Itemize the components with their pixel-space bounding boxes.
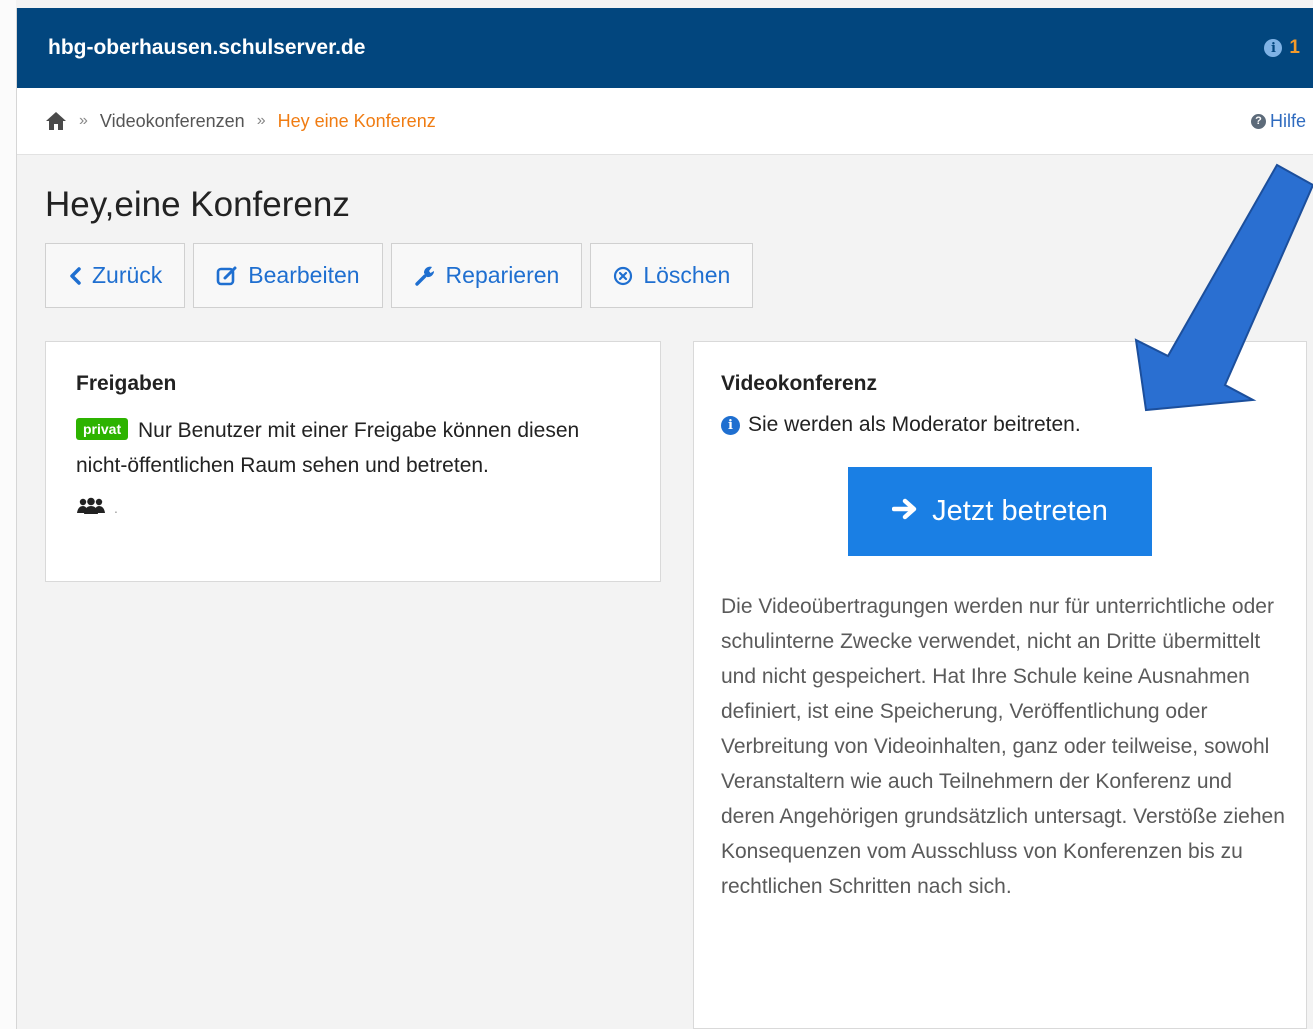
shares-description: privat Nur Benutzer mit einer Freigabe k…: [76, 413, 630, 483]
shares-panel: Freigaben privat Nur Benutzer mit einer …: [45, 341, 661, 582]
delete-button[interactable]: Löschen: [590, 243, 754, 308]
shared-users: .: [76, 497, 630, 518]
join-label: Jetzt betreten: [932, 495, 1108, 527]
breadcrumb-current: Hey eine Konferenz: [277, 110, 436, 131]
arrow-right-icon: [891, 495, 918, 528]
edit-icon: [216, 265, 238, 287]
home-icon[interactable]: [45, 111, 67, 131]
window-edge: [0, 0, 16, 1029]
chevron-left-icon: [68, 266, 82, 285]
action-toolbar: Zurück Bearbeiten Reparieren Löschen: [45, 243, 754, 308]
site-title[interactable]: hbg-oberhausen.schulserver.de: [48, 36, 365, 60]
delete-label: Löschen: [643, 262, 731, 288]
info-icon: i: [721, 415, 740, 435]
notification-count: 1: [1289, 37, 1300, 58]
conference-heading: Videokonferenz: [721, 372, 877, 395]
help-label: Hilfe: [1269, 110, 1306, 131]
wrench-icon: [414, 265, 436, 287]
page-title: Hey,eine Konferenz: [45, 185, 350, 224]
privacy-disclaimer: Die Videoübertragungen werden nur für un…: [721, 595, 1285, 898]
edit-button[interactable]: Bearbeiten: [193, 243, 383, 308]
shares-heading: Freigaben: [76, 372, 177, 395]
back-button[interactable]: Zurück: [45, 243, 186, 308]
moderator-text: Sie werden als Moderator beitreten.: [748, 413, 1081, 436]
top-navbar: hbg-oberhausen.schulserver.de i 1: [17, 8, 1313, 88]
breadcrumb-separator: »: [79, 112, 88, 129]
info-icon: i: [1264, 39, 1283, 57]
shares-text: Nur Benutzer mit einer Freigabe können d…: [76, 419, 580, 477]
repair-button[interactable]: Reparieren: [390, 243, 583, 308]
circle-x-icon: [613, 266, 633, 286]
privacy-badge: privat: [76, 418, 129, 440]
question-circle-icon: ?: [1250, 113, 1266, 129]
back-label: Zurück: [92, 262, 163, 288]
breadcrumb-separator: »: [256, 112, 266, 129]
moderator-notice: i Sie werden als Moderator beitreten.: [721, 413, 1279, 437]
users-icon: [76, 497, 106, 518]
browser-page: hbg-oberhausen.schulserver.de i 1 » Vide…: [16, 8, 1313, 1029]
breadcrumb-videokonferenzen[interactable]: Videokonferenzen: [100, 111, 245, 132]
breadcrumb: » Videokonferenzen » Hey eine Konferenz …: [17, 88, 1313, 155]
conference-panel: Videokonferenz i Sie werden als Moderato…: [693, 341, 1307, 1029]
repair-label: Reparieren: [445, 262, 560, 288]
help-link[interactable]: ? Hilfe: [1250, 110, 1306, 132]
users-list: .: [114, 499, 118, 516]
notification-indicator[interactable]: i 1: [1264, 37, 1300, 59]
join-button[interactable]: Jetzt betreten: [848, 467, 1152, 556]
edit-label: Bearbeiten: [248, 262, 360, 288]
